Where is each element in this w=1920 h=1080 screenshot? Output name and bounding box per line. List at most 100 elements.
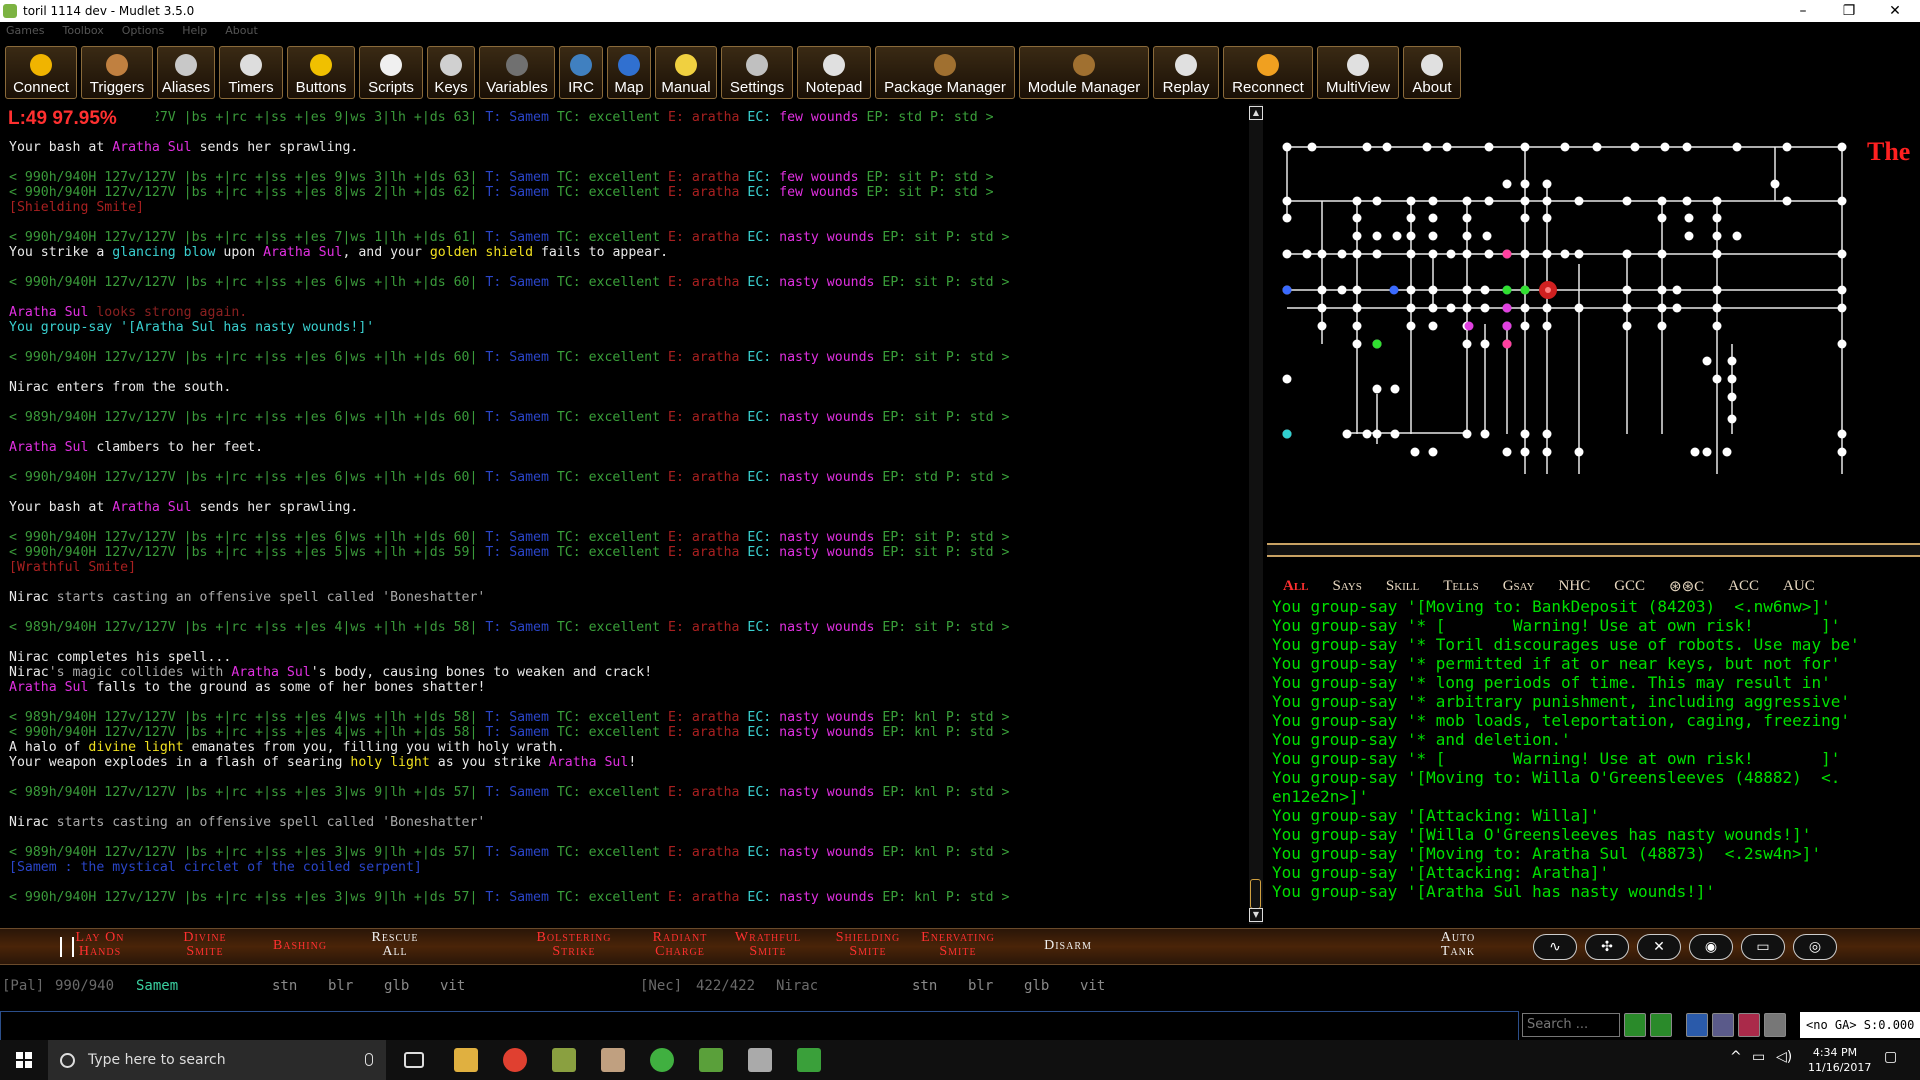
radiant-charge-button[interactable]: Radiant Charge [635,931,725,959]
auto-tank-button[interactable]: Auto Tank [1413,931,1503,959]
map-room[interactable] [1442,142,1452,152]
chat-tab-9[interactable]: AUC [1783,578,1815,595]
map-room[interactable] [1684,231,1694,241]
minimize-button[interactable]: – [1780,0,1826,22]
map-room[interactable] [1722,447,1732,457]
map-room[interactable] [1837,196,1847,206]
scroll-down-icon[interactable]: ▼ [1249,908,1263,922]
map-room[interactable] [1545,287,1551,293]
chrome-icon[interactable] [503,1048,527,1072]
map-room[interactable] [1712,231,1722,241]
menu-item-games[interactable]: Games [6,24,44,37]
map-room[interactable] [1542,179,1552,189]
delete-icon[interactable] [1738,1013,1760,1037]
bag-icon[interactable]: ▭ [1741,934,1785,960]
map-room[interactable] [1362,429,1372,439]
debug-icon[interactable] [1764,1013,1786,1037]
map-room[interactable] [1352,213,1362,223]
map-room[interactable] [1484,196,1494,206]
main-console[interactable]: < 990h/940H 127v/127V |bs +|rc +|ss +|es… [0,104,1254,924]
map-room[interactable] [1446,249,1456,259]
cross-icon[interactable]: ✕ [1637,934,1681,960]
chat-console[interactable]: You group-say '[Moving to: BankDeposit (… [1267,597,1920,913]
disc-icon[interactable]: ◉ [1689,934,1733,960]
map-room[interactable] [1702,447,1712,457]
map-room[interactable] [1382,142,1392,152]
taskbar-search[interactable]: Type here to search [48,1040,386,1080]
map-room[interactable] [1690,447,1700,457]
lay-on-hands-button[interactable]: Lay On Hands [55,931,145,959]
map-room[interactable] [1672,285,1682,295]
replay-button[interactable]: Replay [1153,46,1219,99]
map-room[interactable] [1622,303,1632,313]
map-room[interactable] [1389,285,1399,295]
map-room[interactable] [1574,303,1584,313]
map-room[interactable] [1712,196,1722,206]
scrollbar-thumb[interactable] [1250,879,1261,909]
map-room[interactable] [1352,321,1362,331]
microphone-icon[interactable] [365,1053,373,1066]
module-manager-button[interactable]: Module Manager [1019,46,1149,99]
map-room[interactable] [1462,303,1472,313]
map-room[interactable] [1462,231,1472,241]
map-room[interactable] [1502,285,1512,295]
wrathful-smite-button[interactable]: Wrathful Smite [723,931,813,959]
about-button[interactable]: About [1403,46,1461,99]
map-room[interactable] [1392,231,1402,241]
timers-button[interactable]: Timers [219,46,283,99]
mapper-widget[interactable] [1267,104,1920,544]
console-scrollbar[interactable]: ▲ ▼ [1249,104,1263,924]
chat-tab-6[interactable]: GCC [1614,578,1645,595]
heartbeat-icon[interactable]: ∿ [1533,934,1577,960]
map-room[interactable] [1520,321,1530,331]
map-room[interactable] [1560,142,1570,152]
chat-tab-5[interactable]: NHC [1559,578,1591,595]
map-room[interactable] [1428,303,1438,313]
database-icon[interactable] [748,1048,772,1072]
map-room[interactable] [1520,285,1530,295]
settings-button[interactable]: Settings [721,46,793,99]
maximize-button[interactable]: ❐ [1826,0,1872,22]
map-room[interactable] [1630,142,1640,152]
map-room[interactable] [1657,196,1667,206]
map-room[interactable] [1712,213,1722,223]
map-room[interactable] [1352,285,1362,295]
map-button[interactable]: Map [607,46,651,99]
map-room[interactable] [1837,142,1847,152]
ring-icon[interactable]: ◎ [1793,934,1837,960]
disarm-button[interactable]: Disarm [1023,939,1113,953]
map-room[interactable] [1684,213,1694,223]
divine-smite-button[interactable]: Divine Smite [160,931,250,959]
map-room[interactable] [1672,303,1682,313]
map-room[interactable] [1372,196,1382,206]
map-room[interactable] [1727,414,1737,424]
map-room[interactable] [1282,249,1292,259]
chat-tab-2[interactable]: Skill [1386,578,1419,595]
map-room[interactable] [1657,303,1667,313]
map-room[interactable] [1770,179,1780,189]
map-room[interactable] [1712,303,1722,313]
map-room[interactable] [1520,213,1530,223]
map-room[interactable] [1837,285,1847,295]
map-room[interactable] [1462,339,1472,349]
chat-tab-1[interactable]: Says [1333,578,1362,595]
map-room[interactable] [1712,374,1722,384]
map-room[interactable] [1372,384,1382,394]
shielding-smite-button[interactable]: Shielding Smite [823,931,913,959]
map-room[interactable] [1682,196,1692,206]
map-splitter[interactable] [1267,543,1920,557]
close-button[interactable]: ✕ [1872,0,1918,22]
menu-item-about[interactable]: About [225,24,258,37]
map-room[interactable] [1502,179,1512,189]
chat-tab-7[interactable]: ⊛⊛C [1669,577,1704,596]
map-room[interactable] [1574,249,1584,259]
map-room[interactable] [1502,303,1512,313]
map-room[interactable] [1282,374,1292,384]
timestamp-toggle-icon[interactable] [1624,1013,1646,1037]
map-room[interactable] [1837,303,1847,313]
map-room[interactable] [1657,213,1667,223]
triggers-button[interactable]: Triggers [81,46,153,99]
map-room[interactable] [1712,249,1722,259]
map-room[interactable] [1732,231,1742,241]
map-room[interactable] [1317,285,1327,295]
